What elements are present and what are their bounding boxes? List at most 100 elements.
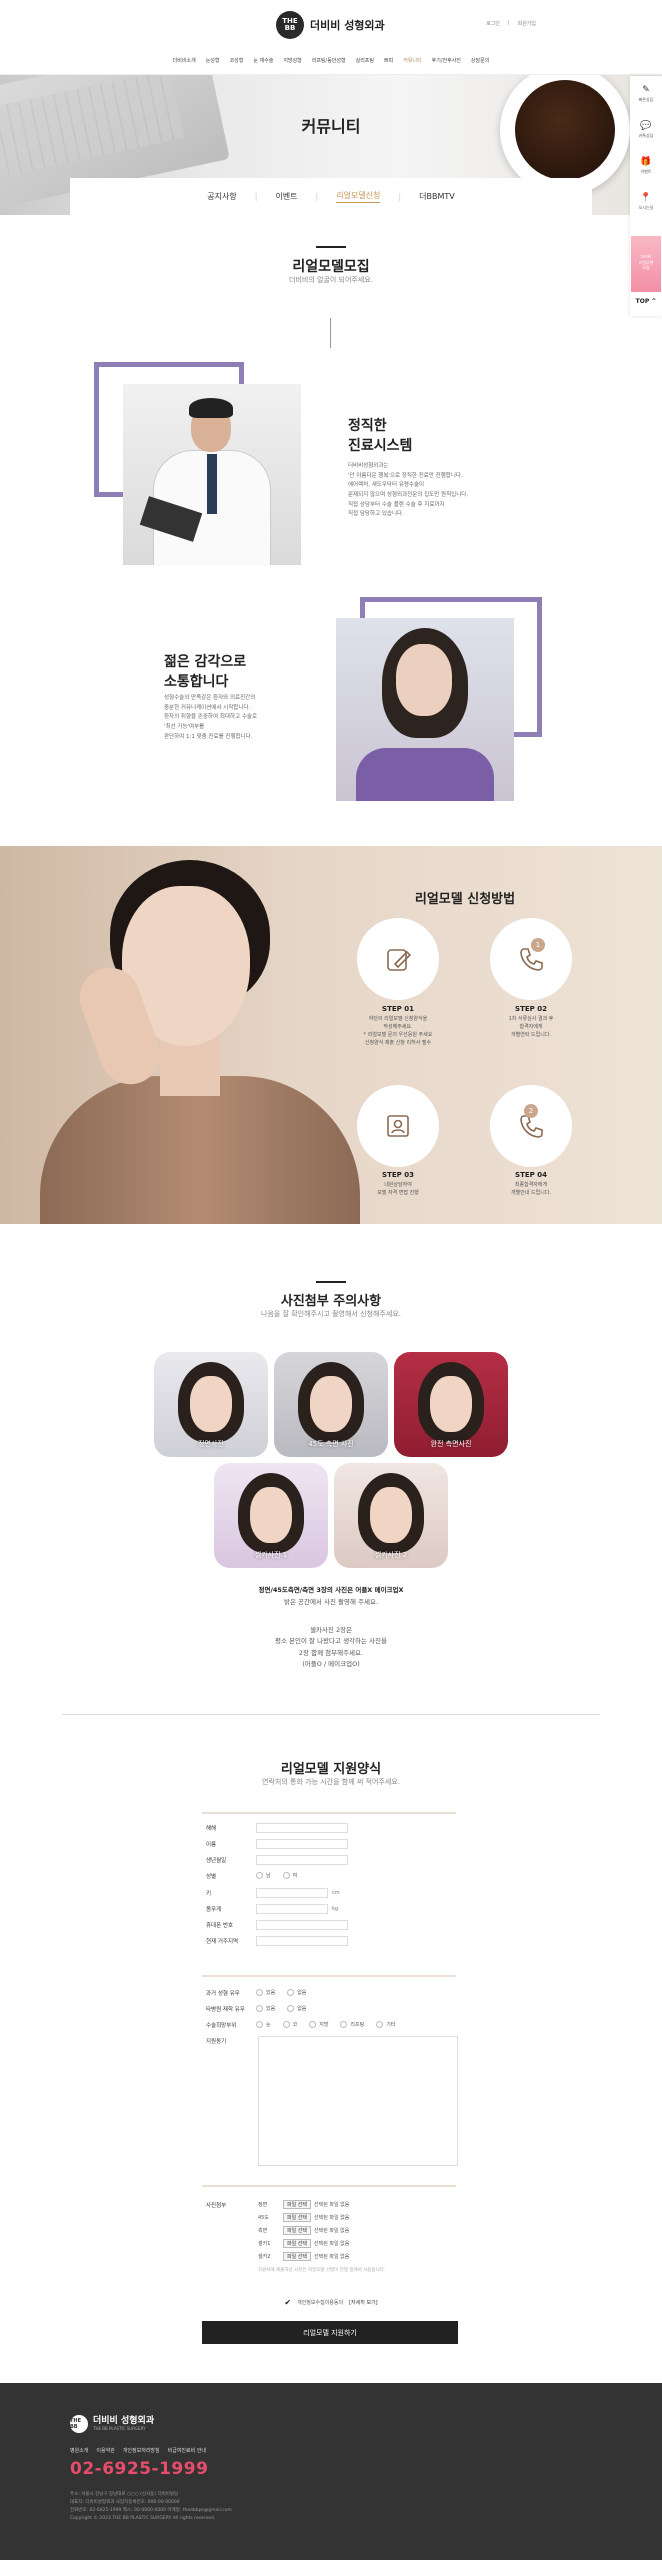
form-row-email: 해해 [206, 1821, 348, 1834]
part-etc-label: 기타 [386, 2022, 396, 2028]
field-label-attach: 사진첨부 [206, 2202, 227, 2209]
nav-item-eye-revision[interactable]: 눈 재수술 [253, 57, 273, 64]
form-row-region: 현재 거주지역 [206, 1934, 348, 1947]
chat-icon: 💬 [640, 120, 652, 131]
field-label-surgery-parts: 수술희망부위 [206, 2022, 237, 2029]
section-subtitle-recruit: 더비비의 얼굴이 되어주세요. [289, 276, 373, 284]
gender-male-radio[interactable]: 남 [256, 1872, 271, 1879]
footer-phone[interactable]: 02-6925-1999 [70, 2459, 208, 2479]
step2-circle [490, 918, 572, 1000]
nav-item-nose[interactable]: 코성형 [230, 57, 244, 64]
height-unit: cm [332, 1889, 340, 1896]
field-label-weight: 몸무게 [206, 1906, 222, 1913]
field-label-region: 현재 거주지역 [206, 1938, 239, 1945]
part-nose-checkbox[interactable]: 코 [282, 2021, 297, 2028]
agree-row: ✔ 개인정보수집이용동의 [자세히 보기] [0, 2298, 662, 2307]
part-fat-checkbox[interactable]: 지방 [309, 2021, 328, 2028]
nav-item-petit[interactable]: 쁘띠 [384, 57, 393, 64]
top-button[interactable]: TOP ^ [630, 298, 662, 305]
part-lifting-checkbox[interactable]: 리프팅 [340, 2021, 364, 2028]
nav-item-consult[interactable]: 상담문의 [471, 57, 489, 64]
thumb-side-label: 완전 측면사진 [430, 1440, 472, 1448]
nav-item-reviews[interactable]: 후기/전후사진 [432, 57, 461, 64]
form-row-weight: 몸무게 kg [206, 1902, 338, 1915]
submit-button[interactable]: 리얼모델 지원하기 [202, 2321, 458, 2344]
nav-item-community[interactable]: 커뮤니티 [403, 57, 421, 64]
nav-item-lifting[interactable]: 리프팅/동안성형 [312, 57, 346, 64]
nav-item-about[interactable]: 더비비소개 [173, 57, 196, 64]
past-surgery-no[interactable]: 없음 [287, 1989, 306, 1996]
block2-text: 성형수술의 만족감은 환자와 의료진간의 충분한 커뮤니케이션에서 시작합니다.… [164, 695, 258, 740]
tab-notice[interactable]: 공지사항 [207, 191, 236, 202]
file-status: 선택된 파일 없음 [314, 2241, 350, 2247]
quick-location[interactable]: 📍 오시는길 [630, 184, 662, 220]
file-select-button[interactable]: 파일 선택 [283, 2252, 311, 2261]
photo-guide-title: 사진첨부 주의사항 [280, 1294, 382, 1309]
model-photo-2 [40, 1076, 360, 1224]
region-field[interactable] [256, 1935, 348, 1946]
other-clinic-yes[interactable]: 있음 [256, 2005, 275, 2012]
footer-clinic-eng: THE BB PLASTIC SURGERY [93, 2426, 146, 2432]
other-clinic-no[interactable]: 없음 [287, 2005, 306, 2012]
quick-real-model-banner[interactable]: 더비비 리얼모델 모집 [631, 236, 661, 292]
section-title-line [316, 1281, 346, 1283]
email-field[interactable] [256, 1822, 348, 1833]
quick-consult[interactable]: ✎ 빠른상담 [630, 76, 662, 112]
file-select-button[interactable]: 파일 선택 [283, 2200, 311, 2209]
photo-guide-subtitle: 나음을 잘 확인해주시고 촬영해서 신청해주세요. [261, 1310, 401, 1318]
past-surgery-no-label: 없음 [297, 1990, 307, 1996]
tab-bbmtv[interactable]: 더BBMTV [419, 191, 455, 202]
vertical-divider [330, 318, 331, 348]
step2-badge: 1 [531, 938, 545, 952]
motive-textarea[interactable] [258, 2036, 458, 2166]
footer-link-privacy[interactable]: 개인정보처리방침 [123, 2447, 160, 2454]
step4-circle [490, 1085, 572, 1167]
gender-female-radio[interactable]: 여 [282, 1872, 297, 1879]
checkbox-icon [282, 2021, 290, 2028]
login-link[interactable]: 로그인 [486, 20, 500, 27]
pencil-icon: ✎ [642, 84, 650, 95]
form-row-gender: 성별 남 여 [206, 1869, 309, 1882]
file-status: 선택된 파일 없음 [314, 2254, 350, 2260]
file-select-button[interactable]: 파일 선택 [283, 2226, 311, 2235]
logo[interactable]: THE BB 더비비 성형외과 [276, 11, 385, 39]
file-select-button[interactable]: 파일 선택 [283, 2213, 311, 2222]
footer-link-fees[interactable]: 비급여진료비 안내 [168, 2447, 206, 2454]
check-icon[interactable]: ✔ [284, 2298, 291, 2307]
radio-icon [256, 1989, 263, 1996]
util-links: 로그인 | 회원가입 [486, 20, 536, 27]
file-select-button[interactable]: 파일 선택 [283, 2239, 311, 2248]
height-field[interactable] [256, 1887, 328, 1898]
step2-text: 1차 서류심사 결과 후 합격자에게 개별연락 드립니다. [508, 1016, 554, 1038]
step4-badge: 2 [524, 1104, 538, 1118]
part-etc-checkbox[interactable]: 기타 [376, 2021, 395, 2028]
footer-link-about[interactable]: 병원소개 [70, 2447, 88, 2454]
phone-field[interactable] [256, 1919, 348, 1930]
attach-row-selfie1: 셀카1 파일 선택 선택된 파일 없음 [258, 2238, 349, 2249]
form-section-line-attach [202, 2185, 456, 2187]
part-eye-checkbox[interactable]: 눈 [256, 2021, 271, 2028]
quick-kakao-label: 카톡상담 [638, 132, 654, 138]
tab-real-model[interactable]: 리얼모델신청 [336, 190, 381, 203]
nav-item-eye[interactable]: 눈성형 [206, 57, 220, 64]
attach-label-selfie2: 셀카2 [258, 2254, 271, 2260]
thumb-selfie-1: 셀카사진 1 [214, 1463, 328, 1568]
weight-field[interactable] [256, 1903, 328, 1914]
nav-item-fat[interactable]: 지방성형 [283, 57, 301, 64]
field-label-name: 이름 [206, 1841, 217, 1848]
name-field[interactable] [256, 1838, 348, 1849]
site-footer: THE BB 더비비 성형외과 THE BB PLASTIC SURGERY 병… [0, 2383, 662, 2560]
agree-detail-link[interactable]: [자세히 보기] [349, 2299, 378, 2306]
radio-icon [256, 1872, 263, 1879]
tab-event[interactable]: 이벤트 [275, 191, 297, 202]
quick-event[interactable]: 🎁 이벤트 [630, 148, 662, 184]
footer-link-terms[interactable]: 이용약관 [96, 2447, 114, 2454]
quick-kakao[interactable]: 💬 카톡상담 [630, 112, 662, 148]
join-link[interactable]: 회원가입 [518, 20, 536, 27]
quick-consult-label: 빠른상담 [638, 96, 654, 102]
nav-item-thread-lifting[interactable]: 실리프팅 [356, 57, 374, 64]
form-title: 리얼모델 지원양식 [280, 1762, 382, 1777]
past-surgery-yes[interactable]: 있음 [256, 1989, 275, 1996]
birth-field[interactable] [256, 1854, 348, 1865]
form-row-name: 이름 [206, 1837, 348, 1850]
